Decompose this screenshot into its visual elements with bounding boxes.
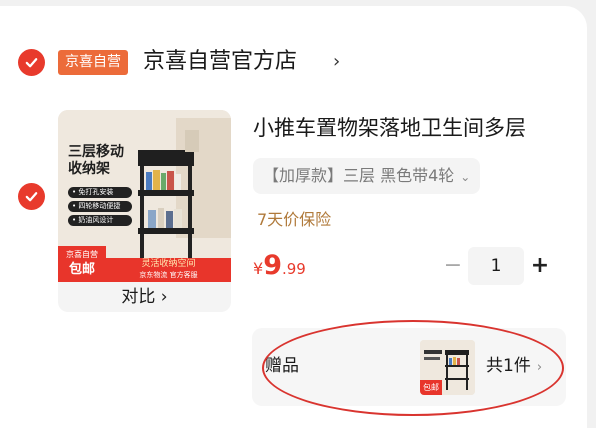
quantity-decrease-button[interactable]: − [442, 255, 464, 277]
compare-button[interactable]: 对比 › [58, 282, 231, 312]
price-decimal: .99 [281, 260, 306, 278]
shop-select-checkbox[interactable] [18, 49, 45, 76]
quantity-increase-button[interactable]: + [529, 255, 551, 277]
product-price: ¥9.99 [253, 250, 306, 281]
shop-badge: 京喜自营 [58, 50, 128, 75]
gift-count: 共1件 › [486, 354, 542, 380]
checkmark-icon [25, 58, 38, 68]
gift-row[interactable]: 赠品 包邮 共1件 › [252, 328, 566, 406]
image-feature-1: • 免打孔安装 [68, 187, 132, 198]
image-badge-top-text: 京喜自营 [66, 250, 98, 259]
gift-label: 赠品 [265, 356, 299, 376]
item-select-checkbox[interactable] [18, 183, 45, 210]
image-feature-2: • 四轮移动便捷 [68, 201, 132, 212]
image-feature-3: • 奶油风设计 [68, 215, 132, 226]
image-title-text: 三层移动收纳架 [68, 144, 124, 177]
chevron-right-icon[interactable]: › [333, 52, 340, 72]
chevron-down-icon: ⌄ [460, 170, 471, 184]
variant-selector[interactable]: 【加厚款】三层 黑色带4轮 ⌄ [253, 158, 481, 194]
shop-name-link[interactable]: 京喜自营官方店 [143, 47, 297, 77]
image-slogan-text: 灵活收纳空间 [141, 259, 196, 269]
image-badge-main-text: 包邮 [68, 262, 95, 277]
product-thumbnail[interactable]: 三层移动收纳架 • 免打孔安装 • 四轮移动便捷 • 奶油风设计 京喜自营 包邮… [58, 110, 231, 312]
image-strip-subtext: 京东物流 官方客服 [139, 271, 198, 279]
gift-thumbnail: 包邮 [420, 340, 475, 395]
product-image: 三层移动收纳架 • 免打孔安装 • 四轮移动便捷 • 奶油风设计 京喜自营 包邮… [58, 110, 231, 282]
checkmark-icon [25, 192, 38, 202]
price-integer: 9 [263, 250, 282, 281]
image-promo-badge: 京喜自营 包邮 [58, 246, 106, 282]
image-feature-list: • 免打孔安装 • 四轮移动便捷 • 奶油风设计 [68, 187, 132, 229]
gift-thumb-badge: 包邮 [420, 380, 442, 395]
chevron-right-icon: › [536, 360, 543, 375]
product-title[interactable]: 小推车置物架落地卫生间多层 [253, 113, 526, 143]
variant-label: 【加厚款】三层 黑色带4轮 [263, 166, 455, 185]
price-currency: ¥ [253, 259, 264, 278]
image-promo-strip: 灵活收纳空间 京东物流 官方客服 [106, 258, 231, 282]
quantity-input[interactable]: 1 [468, 247, 524, 285]
price-protection-tag: 7天价保险 [257, 210, 332, 229]
cart-shop-card: 京喜自营 京喜自营官方店 › 三层移动收纳架 • 免打孔安装 • 四轮移动便捷 … [0, 6, 587, 428]
gift-count-text: 共1件 [486, 356, 531, 376]
